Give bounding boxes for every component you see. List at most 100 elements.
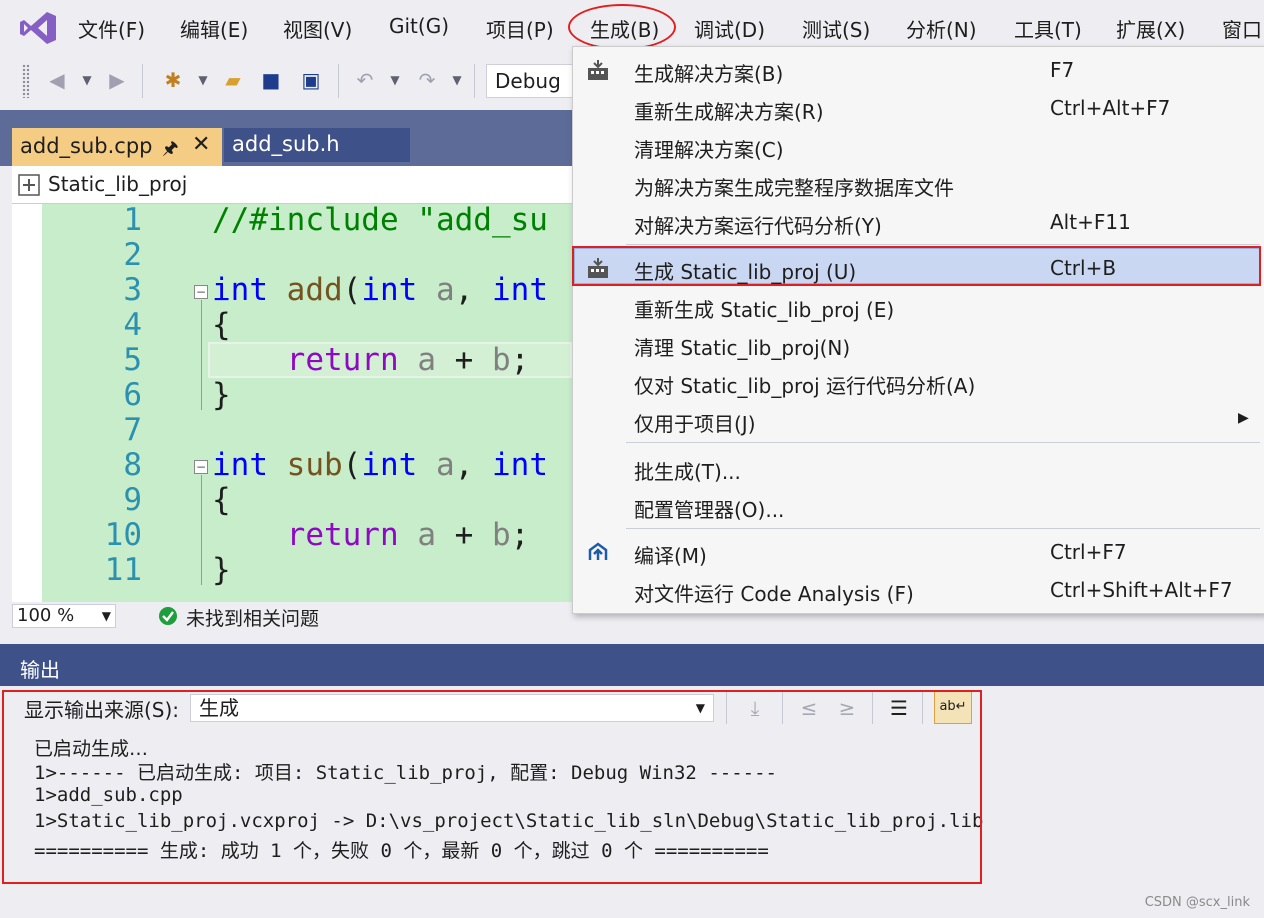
- shortcut-compile: Ctrl+F7: [1050, 540, 1127, 564]
- menu-test[interactable]: 测试(S): [802, 14, 870, 43]
- code-line: {: [212, 482, 231, 518]
- toolbar-separator: [142, 64, 143, 98]
- menu-git[interactable]: Git(G): [389, 14, 449, 38]
- menu-separator: [626, 528, 1260, 529]
- undo-icon[interactable]: ↶: [352, 66, 378, 94]
- zoom-select[interactable]: 100 % ▼: [12, 604, 116, 628]
- menu-project[interactable]: 项目(P): [486, 14, 554, 43]
- project-name: Static_lib_proj: [48, 172, 188, 196]
- build-project-icon: [588, 258, 608, 278]
- shortcut-build-project: Ctrl+B: [1050, 256, 1117, 280]
- line-number: 11: [104, 552, 142, 588]
- menu-full-pdb[interactable]: 为解决方案生成完整程序数据库文件: [634, 172, 954, 201]
- chevron-down-icon: ▼: [101, 609, 111, 623]
- menu-clean-solution[interactable]: 清理解决方案(C): [634, 134, 784, 163]
- output-title: 输出: [20, 658, 60, 682]
- menu-edit[interactable]: 编辑(E): [180, 14, 248, 43]
- pin-icon[interactable]: 🖈: [162, 136, 179, 166]
- back-dropdown-icon[interactable]: ▼: [74, 66, 100, 94]
- tab-add-sub-cpp[interactable]: add_sub.cpp 🖈 ✕: [12, 128, 222, 166]
- output-panel-header: 输出: [0, 644, 1264, 686]
- tab-label: add_sub.h: [232, 132, 340, 156]
- line-number: 3: [123, 272, 142, 308]
- line-number: 7: [123, 412, 142, 448]
- fold-guide: [201, 300, 202, 410]
- forward-icon[interactable]: ▶: [104, 66, 130, 94]
- compile-icon: [588, 542, 608, 560]
- menu-configuration-manager[interactable]: 配置管理器(O)...: [634, 494, 784, 523]
- menu-compile[interactable]: 编译(M): [634, 540, 707, 569]
- redo-icon[interactable]: ↷: [414, 66, 440, 94]
- project-navigation-bar[interactable]: Static_lib_proj: [12, 166, 572, 204]
- menu-window[interactable]: 窗口: [1222, 14, 1262, 43]
- code-line: int sub(int a, int: [212, 447, 549, 483]
- redo-dropdown-icon[interactable]: ▼: [444, 66, 470, 94]
- toolbar-separator: [338, 64, 339, 98]
- menu-separator: [626, 442, 1260, 443]
- code-line: return a + b;: [286, 517, 530, 553]
- line-number: 8: [123, 447, 142, 483]
- shortcut-build-solution: F7: [1050, 58, 1075, 82]
- close-icon[interactable]: ✕: [192, 132, 210, 157]
- menu-rebuild-project[interactable]: 重新生成 Static_lib_proj (E): [634, 294, 894, 323]
- menu-batch-build[interactable]: 批生成(T)...: [634, 456, 741, 485]
- shortcut-code-analysis: Alt+F11: [1050, 210, 1131, 234]
- line-number: 10: [104, 517, 142, 553]
- build-menu-highlight-circle: [568, 4, 676, 50]
- menu-run-code-analysis-solution[interactable]: 对解决方案运行代码分析(Y): [634, 210, 882, 239]
- line-number: 5: [123, 342, 142, 378]
- menu-separator: [626, 244, 1260, 245]
- line-number: 2: [123, 237, 142, 273]
- menu-tools[interactable]: 工具(T): [1014, 14, 1082, 43]
- code-line: return a + b;: [286, 342, 530, 378]
- menu-code-analysis-project[interactable]: 仅对 Static_lib_proj 运行代码分析(A): [634, 370, 975, 399]
- menu-build-solution[interactable]: 生成解决方案(B): [634, 58, 783, 87]
- collapse-icon[interactable]: −: [194, 285, 208, 299]
- shortcut-code-analysis-file: Ctrl+Shift+Alt+F7: [1050, 578, 1233, 602]
- line-number: 4: [123, 307, 142, 343]
- check-circle-icon: [159, 607, 177, 625]
- menu-build-project[interactable]: 生成 Static_lib_proj (U): [634, 256, 856, 285]
- line-number: 1: [123, 202, 142, 238]
- line-number: 9: [123, 482, 142, 518]
- menu-rebuild-solution[interactable]: 重新生成解决方案(R): [634, 96, 824, 125]
- menu-extensions[interactable]: 扩展(X): [1116, 14, 1185, 43]
- code-line: int add(int a, int: [212, 272, 549, 308]
- save-icon[interactable]: ■: [258, 66, 284, 94]
- open-folder-icon[interactable]: ▰: [220, 66, 246, 94]
- watermark: CSDN @scx_link: [1144, 895, 1250, 910]
- issues-status[interactable]: 未找到相关问题: [186, 604, 319, 631]
- menu-file[interactable]: 文件(F): [78, 14, 145, 43]
- visual-studio-logo-icon[interactable]: [18, 10, 58, 46]
- code-line: //#include "add_su: [212, 202, 548, 238]
- submenu-arrow-icon: ▶: [1238, 410, 1249, 426]
- zoom-value: 100 %: [17, 605, 75, 626]
- fold-guide: [201, 475, 202, 585]
- menu-project-only[interactable]: 仅用于项目(J): [634, 408, 756, 437]
- menu-view[interactable]: 视图(V): [283, 14, 352, 43]
- toolbar-grip[interactable]: [22, 64, 30, 98]
- back-icon[interactable]: ◀: [44, 66, 70, 94]
- collapse-icon[interactable]: −: [194, 460, 208, 474]
- toolbar-separator: [474, 64, 475, 98]
- menu-debug[interactable]: 调试(D): [694, 14, 765, 43]
- code-line: {: [212, 307, 231, 343]
- build-solution-icon: [588, 60, 608, 80]
- tab-add-sub-h[interactable]: add_sub.h: [224, 128, 410, 162]
- shortcut-rebuild-solution: Ctrl+Alt+F7: [1050, 96, 1171, 120]
- menu-analyze[interactable]: 分析(N): [906, 14, 977, 43]
- new-dropdown-icon[interactable]: ▼: [190, 66, 216, 94]
- project-icon: [18, 174, 40, 196]
- output-highlight-box: [2, 690, 982, 884]
- editor-margin: [12, 204, 42, 602]
- configuration-select[interactable]: Debug: [486, 64, 586, 98]
- undo-dropdown-icon[interactable]: ▼: [382, 66, 408, 94]
- menu-run-code-analysis-file[interactable]: 对文件运行 Code Analysis (F): [634, 578, 914, 607]
- menu-clean-project[interactable]: 清理 Static_lib_proj(N): [634, 332, 850, 361]
- code-line: }: [212, 552, 231, 588]
- code-line: }: [212, 377, 231, 413]
- line-number: 6: [123, 377, 142, 413]
- tab-label: add_sub.cpp: [20, 134, 153, 158]
- new-project-icon[interactable]: ✱: [160, 66, 186, 94]
- save-all-icon[interactable]: ▣: [298, 66, 324, 94]
